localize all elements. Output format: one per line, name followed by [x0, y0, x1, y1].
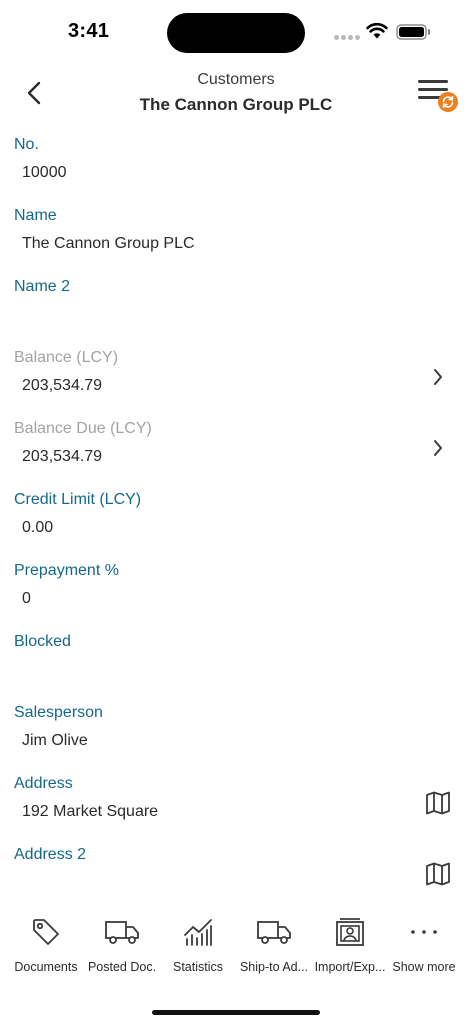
- more-icon: [411, 930, 437, 934]
- tool-label: Ship-to Ad...: [239, 960, 309, 974]
- field-name[interactable]: Name The Cannon Group PLC: [0, 201, 472, 272]
- map-icon: [426, 862, 450, 886]
- sync-icon: [442, 96, 454, 108]
- truck-icon: [105, 921, 139, 944]
- field-value: The Cannon Group PLC: [22, 235, 195, 252]
- field-value: 203,534.79: [22, 377, 103, 394]
- field-value: 192 Market Square: [22, 803, 159, 820]
- field-label: Address 2: [14, 846, 87, 863]
- address-map-button[interactable]: [424, 787, 452, 819]
- field-label: Balance Due (LCY): [14, 420, 152, 437]
- tool-label: Show more: [392, 960, 456, 974]
- field-label: Prepayment %: [14, 562, 119, 579]
- map-icon: [426, 791, 450, 815]
- field-label: Salesperson: [14, 704, 103, 721]
- field-value: 10000: [22, 164, 67, 181]
- documents-button[interactable]: Documents: [6, 912, 86, 974]
- tag-icon: [33, 919, 59, 945]
- menu-button[interactable]: [416, 78, 464, 114]
- field-name-2[interactable]: Name 2: [0, 272, 472, 343]
- status-time: 3:41: [68, 20, 110, 42]
- import-export-button[interactable]: Import/Exp...: [310, 912, 390, 974]
- posted-documents-button[interactable]: Posted Doc.: [82, 912, 162, 974]
- status-bar: 3:41: [0, 0, 472, 64]
- nav-titles: Customers The Cannon Group PLC: [100, 70, 372, 118]
- field-balance-due-lcy[interactable]: Balance Due (LCY) 203,534.79: [0, 414, 472, 485]
- signal-icon: [334, 35, 360, 40]
- tool-label: Import/Exp...: [314, 960, 386, 974]
- balance-due-drilldown-button[interactable]: [424, 432, 452, 464]
- address-2-map-button[interactable]: [424, 858, 452, 890]
- back-button[interactable]: [20, 78, 48, 108]
- chart-icon: [184, 919, 212, 946]
- action-toolbar: Documents Posted Doc. Statistics Ship-to…: [0, 912, 472, 982]
- home-indicator[interactable]: [152, 1010, 320, 1015]
- dynamic-island: [167, 13, 305, 53]
- contact-card-icon: [336, 918, 364, 946]
- field-credit-limit[interactable]: Credit Limit (LCY) 0.00: [0, 485, 472, 556]
- customer-fields: No. 10000 Name The Cannon Group PLC Name…: [0, 130, 472, 911]
- field-value: 0.00: [22, 519, 54, 536]
- balance-drilldown-button[interactable]: [424, 361, 452, 393]
- field-label: Blocked: [14, 633, 71, 650]
- show-more-button[interactable]: Show more: [384, 912, 464, 974]
- ship-to-address-button[interactable]: Ship-to Ad...: [234, 912, 314, 974]
- chevron-right-icon: [434, 440, 442, 456]
- field-prepayment[interactable]: Prepayment % 0: [0, 556, 472, 627]
- field-value: 203,534.79: [22, 448, 103, 465]
- page-subtitle: Customers: [197, 71, 275, 88]
- field-balance-lcy[interactable]: Balance (LCY) 203,534.79: [0, 343, 472, 414]
- field-address-2[interactable]: Address 2: [0, 840, 472, 911]
- nav-header: Customers The Cannon Group PLC: [0, 64, 472, 124]
- field-address[interactable]: Address 192 Market Square: [0, 769, 472, 840]
- chevron-right-icon: [434, 369, 442, 385]
- battery-icon: [396, 24, 431, 40]
- field-label: Credit Limit (LCY): [14, 491, 142, 508]
- field-blocked[interactable]: Blocked: [0, 627, 472, 698]
- wifi-icon: [366, 23, 388, 39]
- field-label: No.: [14, 136, 39, 153]
- truck-icon: [257, 921, 291, 944]
- tool-label: Documents: [14, 960, 78, 974]
- field-label: Name: [14, 207, 57, 224]
- chevron-left-icon: [27, 81, 41, 105]
- field-salesperson[interactable]: Salesperson Jim Olive: [0, 698, 472, 769]
- field-no[interactable]: No. 10000: [0, 130, 472, 201]
- field-value: Jim Olive: [22, 732, 88, 749]
- tool-label: Statistics: [172, 960, 223, 974]
- statistics-button[interactable]: Statistics: [158, 912, 238, 974]
- field-label: Name 2: [14, 278, 71, 295]
- field-label: Balance (LCY): [14, 349, 119, 366]
- sync-badge: [438, 92, 458, 112]
- page-title: The Cannon Group PLC: [139, 95, 333, 114]
- tool-label: Posted Doc.: [87, 960, 157, 974]
- field-label: Address: [14, 775, 73, 792]
- field-value: 0: [22, 590, 31, 607]
